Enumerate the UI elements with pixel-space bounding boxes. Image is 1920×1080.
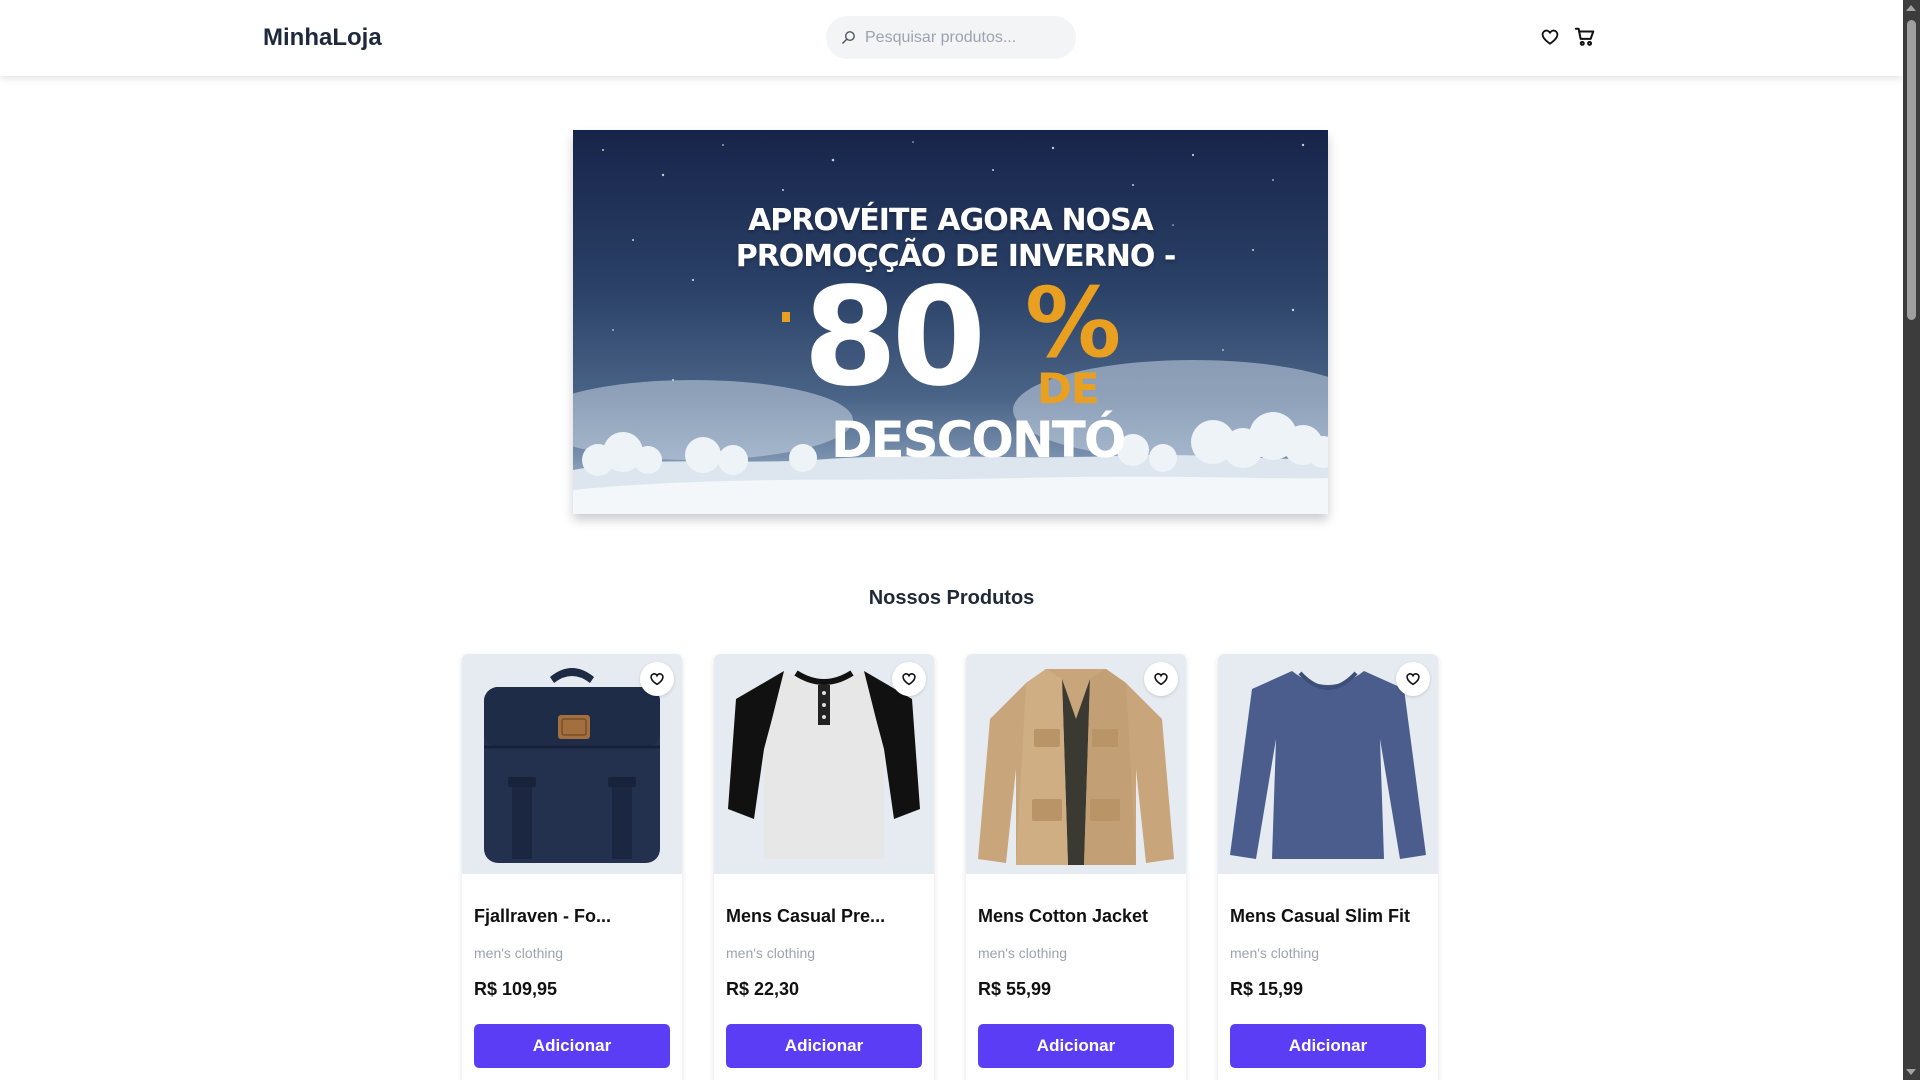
product-info: Mens Cotton Jacket men's clothing R$ 55,… <box>966 906 1186 1068</box>
longsleeve-image <box>1230 671 1426 859</box>
product-card[interactable]: Fjallraven - Fo... men's clothing R$ 109… <box>462 654 682 1080</box>
product-card[interactable]: Mens Cotton Jacket men's clothing R$ 55,… <box>966 654 1186 1080</box>
jacket-image <box>978 669 1174 865</box>
product-image[interactable] <box>462 654 682 874</box>
product-title[interactable]: Fjallraven - Fo... <box>474 906 670 927</box>
page: MinhaLoja Pesquisar produtos... APROVÉIT… <box>0 0 1903 1080</box>
vertical-scrollbar[interactable] <box>1903 0 1920 1080</box>
product-info: Mens Casual Slim Fit men's clothing R$ 1… <box>1218 906 1438 1068</box>
banner-percent: % <box>1025 267 1122 379</box>
favorite-button[interactable] <box>1144 662 1178 696</box>
banner-dot <box>782 312 790 322</box>
favorite-button[interactable] <box>1396 662 1430 696</box>
product-info: Fjallraven - Fo... men's clothing R$ 109… <box>462 906 682 1068</box>
favorite-button[interactable] <box>892 662 926 696</box>
search-input[interactable] <box>865 28 1035 47</box>
add-to-cart-button[interactable]: Adicionar <box>474 1024 670 1068</box>
product-category: men's clothing <box>978 945 1068 961</box>
section-title: Nossos Produtos <box>868 587 1035 609</box>
product-price: R$ 22,30 <box>726 979 800 999</box>
add-to-cart-button[interactable]: Adicionar <box>978 1024 1174 1068</box>
product-title[interactable]: Mens Casual Pre... <box>726 906 922 927</box>
heart-icon <box>902 673 916 686</box>
product-image[interactable] <box>1218 654 1438 874</box>
header-actions <box>1540 26 1596 48</box>
site-header: MinhaLoja <box>0 0 1903 76</box>
add-to-cart-button[interactable]: Adicionar <box>726 1024 922 1068</box>
product-category: men's clothing <box>1230 945 1320 961</box>
product-title[interactable]: Mens Casual Slim Fit <box>1230 906 1426 927</box>
raglan-tshirt-image <box>728 670 920 859</box>
scrollbar-thumb[interactable] <box>1907 20 1916 320</box>
promo-banner[interactable]: APROVÉITE AGORA NOSA PROMOÇÇÃO DE INVERN… <box>573 130 1328 514</box>
backpack-image <box>484 668 660 863</box>
product-grid: Fjallraven - Fo... men's clothing R$ 109… <box>462 654 1438 1080</box>
product-price: R$ 15,99 <box>1230 979 1304 999</box>
product-price: R$ 55,99 <box>978 979 1052 999</box>
product-category: men's clothing <box>726 945 816 961</box>
favorite-button[interactable] <box>640 662 674 696</box>
heart-icon <box>1154 673 1168 686</box>
product-card[interactable]: Mens Casual Slim Fit men's clothing R$ 1… <box>1218 654 1438 1080</box>
heart-icon[interactable] <box>1540 27 1560 47</box>
product-price: R$ 109,95 <box>474 979 558 999</box>
product-title[interactable]: Mens Cotton Jacket <box>978 906 1174 927</box>
product-image[interactable] <box>966 654 1186 874</box>
banner-line-1: APROVÉITE AGORA NOSA <box>748 203 1154 238</box>
banner-discount-number: 80 <box>803 259 986 417</box>
heart-icon <box>1406 673 1420 686</box>
banner-desconto: DESCONTÓ <box>831 411 1126 469</box>
product-category: men's clothing <box>474 945 564 961</box>
search-box[interactable] <box>826 16 1076 59</box>
banner-de: DE <box>1037 364 1100 413</box>
search-icon <box>842 31 855 44</box>
site-logo[interactable]: MinhaLoja <box>263 24 382 52</box>
heart-icon <box>650 673 664 686</box>
product-image[interactable] <box>714 654 934 874</box>
cart-icon[interactable] <box>1574 26 1596 48</box>
product-info: Mens Casual Pre... men's clothing R$ 22,… <box>714 906 934 1068</box>
scroll-down-arrow-icon[interactable] <box>1906 1069 1916 1075</box>
product-card[interactable]: Mens Casual Pre... men's clothing R$ 22,… <box>714 654 934 1080</box>
scroll-up-arrow-icon[interactable] <box>1906 5 1916 11</box>
add-to-cart-button[interactable]: Adicionar <box>1230 1024 1426 1068</box>
